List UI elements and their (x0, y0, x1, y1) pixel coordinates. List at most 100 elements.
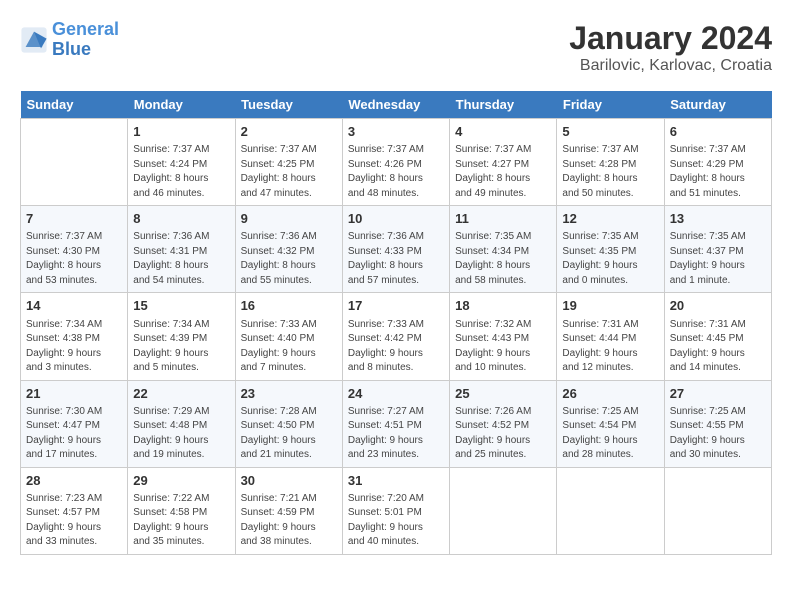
day-number: 1 (133, 123, 229, 141)
calendar-cell: 12 Sunrise: 7:35 AMSunset: 4:35 PMDayligh… (557, 206, 664, 293)
day-info: Sunrise: 7:31 AMSunset: 4:44 PMDaylight:… (562, 318, 658, 376)
week-row-5: 28Sunrise: 7:23 AMSunset: 4:57 PMDayligh… (21, 467, 772, 554)
calendar-cell: 22Sunrise: 7:29 AMSunset: 4:48 PMDayligh… (128, 380, 235, 467)
calendar-cell: 15 Sunrise: 7:34 AMSunset: 4:39 PMDayligh… (128, 293, 235, 380)
day-info: Sunrise: 7:28 AMSunset: 4:50 PMDaylight:… (241, 405, 337, 463)
day-number: 10 (348, 210, 444, 228)
calendar-cell: 20Sunrise: 7:31 AMSunset: 4:45 PMDayligh… (664, 293, 771, 380)
col-header-friday: Friday (557, 91, 664, 119)
day-number: 20 (670, 297, 766, 315)
calendar-cell: 30 Sunrise: 7:21 AMSunset: 4:59 PMDayligh… (235, 467, 342, 554)
day-info: Sunrise: 7:36 AMSunset: 4:33 PMDaylight:… (348, 230, 444, 288)
week-row-2: 7 Sunrise: 7:37 AMSunset: 4:30 PMDaylight… (21, 206, 772, 293)
calendar-cell: 7 Sunrise: 7:37 AMSunset: 4:30 PMDaylight… (21, 206, 128, 293)
day-info: Sunrise: 7:35 AMSunset: 4:34 PMDaylight:… (455, 230, 551, 288)
page-title: January 2024 (569, 20, 772, 57)
day-info: Sunrise: 7:35 AMSunset: 4:35 PMDaylight:… (562, 230, 658, 288)
day-number: 18 (455, 297, 551, 315)
day-info: Sunrise: 7:26 AMSunset: 4:52 PMDaylight:… (455, 405, 551, 463)
calendar-cell (664, 467, 771, 554)
day-info: Sunrise: 7:22 AMSunset: 4:58 PMDaylight:… (133, 492, 229, 550)
logo-icon (20, 26, 48, 54)
page-header: General Blue January 2024 Barilovic, Kar… (20, 20, 772, 75)
day-info: Sunrise: 7:37 AMSunset: 4:26 PMDaylight:… (348, 143, 444, 201)
day-number: 11 (455, 210, 551, 228)
day-info: Sunrise: 7:37 AMSunset: 4:27 PMDaylight:… (455, 143, 551, 201)
calendar-cell: 21 Sunrise: 7:30 AMSunset: 4:47 PMDayligh… (21, 380, 128, 467)
logo-text: General Blue (52, 20, 119, 60)
day-info: Sunrise: 7:37 AMSunset: 4:30 PMDaylight:… (26, 230, 122, 288)
day-info: Sunrise: 7:33 AMSunset: 4:42 PMDaylight:… (348, 318, 444, 376)
calendar-cell: 23 Sunrise: 7:28 AMSunset: 4:50 PMDayligh… (235, 380, 342, 467)
day-number: 4 (455, 123, 551, 141)
calendar-cell (21, 119, 128, 206)
day-number: 23 (241, 385, 337, 403)
calendar-cell (450, 467, 557, 554)
calendar-cell: 2 Sunrise: 7:37 AMSunset: 4:25 PMDaylight… (235, 119, 342, 206)
day-info: Sunrise: 7:27 AMSunset: 4:51 PMDaylight:… (348, 405, 444, 463)
day-number: 21 (26, 385, 122, 403)
day-info: Sunrise: 7:25 AMSunset: 4:54 PMDaylight:… (562, 405, 658, 463)
day-number: 25 (455, 385, 551, 403)
col-header-saturday: Saturday (664, 91, 771, 119)
calendar-cell: 16Sunrise: 7:33 AMSunset: 4:40 PMDayligh… (235, 293, 342, 380)
calendar-cell: 19Sunrise: 7:31 AMSunset: 4:44 PMDayligh… (557, 293, 664, 380)
day-info: Sunrise: 7:34 AMSunset: 4:38 PMDaylight:… (26, 318, 122, 376)
day-number: 16 (241, 297, 337, 315)
calendar-cell: 29 Sunrise: 7:22 AMSunset: 4:58 PMDayligh… (128, 467, 235, 554)
day-number: 6 (670, 123, 766, 141)
col-header-thursday: Thursday (450, 91, 557, 119)
day-number: 27 (670, 385, 766, 403)
calendar-cell: 9 Sunrise: 7:36 AMSunset: 4:32 PMDaylight… (235, 206, 342, 293)
day-number: 2 (241, 123, 337, 141)
calendar-cell: 4 Sunrise: 7:37 AMSunset: 4:27 PMDaylight… (450, 119, 557, 206)
calendar-table: SundayMondayTuesdayWednesdayThursdayFrid… (20, 91, 772, 555)
calendar-cell: 6 Sunrise: 7:37 AMSunset: 4:29 PMDaylight… (664, 119, 771, 206)
calendar-cell (557, 467, 664, 554)
day-number: 15 (133, 297, 229, 315)
day-number: 26 (562, 385, 658, 403)
day-info: Sunrise: 7:34 AMSunset: 4:39 PMDaylight:… (133, 318, 229, 376)
calendar-cell: 28Sunrise: 7:23 AMSunset: 4:57 PMDayligh… (21, 467, 128, 554)
week-row-1: 1 Sunrise: 7:37 AMSunset: 4:24 PMDaylight… (21, 119, 772, 206)
day-number: 3 (348, 123, 444, 141)
calendar-cell: 8Sunrise: 7:36 AMSunset: 4:31 PMDaylight… (128, 206, 235, 293)
week-row-3: 14Sunrise: 7:34 AMSunset: 4:38 PMDayligh… (21, 293, 772, 380)
day-number: 24 (348, 385, 444, 403)
day-info: Sunrise: 7:30 AMSunset: 4:47 PMDaylight:… (26, 405, 122, 463)
title-block: January 2024 Barilovic, Karlovac, Croati… (569, 20, 772, 75)
day-number: 5 (562, 123, 658, 141)
calendar-cell: 5 Sunrise: 7:37 AMSunset: 4:28 PMDaylight… (557, 119, 664, 206)
calendar-cell: 10 Sunrise: 7:36 AMSunset: 4:33 PMDayligh… (342, 206, 449, 293)
calendar-cell: 26 Sunrise: 7:25 AMSunset: 4:54 PMDayligh… (557, 380, 664, 467)
day-number: 30 (241, 472, 337, 490)
day-number: 22 (133, 385, 229, 403)
col-header-wednesday: Wednesday (342, 91, 449, 119)
header-row: SundayMondayTuesdayWednesdayThursdayFrid… (21, 91, 772, 119)
day-number: 12 (562, 210, 658, 228)
day-info: Sunrise: 7:37 AMSunset: 4:24 PMDaylight:… (133, 143, 229, 201)
col-header-monday: Monday (128, 91, 235, 119)
calendar-cell: 17 Sunrise: 7:33 AMSunset: 4:42 PMDayligh… (342, 293, 449, 380)
calendar-cell: 3 Sunrise: 7:37 AMSunset: 4:26 PMDaylight… (342, 119, 449, 206)
day-info: Sunrise: 7:37 AMSunset: 4:25 PMDaylight:… (241, 143, 337, 201)
page-subtitle: Barilovic, Karlovac, Croatia (569, 57, 772, 75)
day-info: Sunrise: 7:37 AMSunset: 4:28 PMDaylight:… (562, 143, 658, 201)
day-number: 7 (26, 210, 122, 228)
calendar-cell: 18 Sunrise: 7:32 AMSunset: 4:43 PMDayligh… (450, 293, 557, 380)
calendar-cell: 14Sunrise: 7:34 AMSunset: 4:38 PMDayligh… (21, 293, 128, 380)
day-info: Sunrise: 7:20 AMSunset: 5:01 PMDaylight:… (348, 492, 444, 550)
week-row-4: 21 Sunrise: 7:30 AMSunset: 4:47 PMDayligh… (21, 380, 772, 467)
day-info: Sunrise: 7:21 AMSunset: 4:59 PMDaylight:… (241, 492, 337, 550)
day-number: 17 (348, 297, 444, 315)
day-info: Sunrise: 7:36 AMSunset: 4:32 PMDaylight:… (241, 230, 337, 288)
calendar-cell: 31Sunrise: 7:20 AMSunset: 5:01 PMDayligh… (342, 467, 449, 554)
calendar-cell: 1 Sunrise: 7:37 AMSunset: 4:24 PMDaylight… (128, 119, 235, 206)
day-info: Sunrise: 7:32 AMSunset: 4:43 PMDaylight:… (455, 318, 551, 376)
day-info: Sunrise: 7:36 AMSunset: 4:31 PMDaylight:… (133, 230, 229, 288)
calendar-cell: 25 Sunrise: 7:26 AMSunset: 4:52 PMDayligh… (450, 380, 557, 467)
day-number: 29 (133, 472, 229, 490)
day-info: Sunrise: 7:37 AMSunset: 4:29 PMDaylight:… (670, 143, 766, 201)
day-number: 9 (241, 210, 337, 228)
calendar-cell: 13Sunrise: 7:35 AMSunset: 4:37 PMDayligh… (664, 206, 771, 293)
